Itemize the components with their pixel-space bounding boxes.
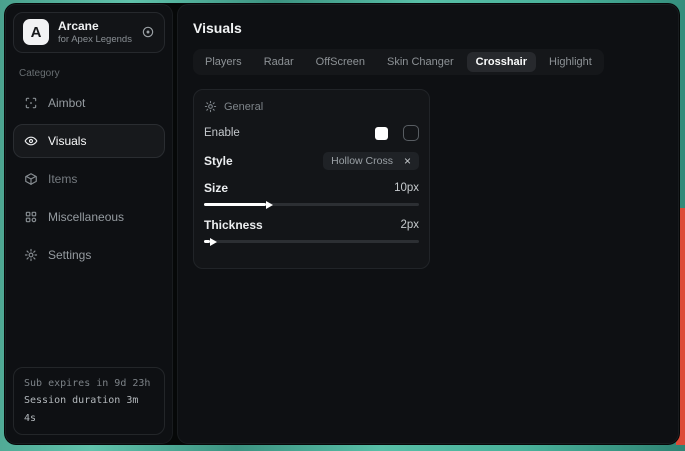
general-panel-header: General <box>204 100 419 113</box>
tab-skin-changer[interactable]: Skin Changer <box>378 52 463 72</box>
app-subtitle: for Apex Legends <box>58 34 132 46</box>
gear-icon <box>24 248 38 262</box>
main-content: Visuals Players Radar OffScreen Skin Cha… <box>177 4 679 444</box>
sidebar-item-label: Miscellaneous <box>48 210 124 224</box>
eye-icon <box>24 134 38 148</box>
thickness-slider[interactable] <box>204 240 419 243</box>
sidebar: A Arcane for Apex Legends Category <box>5 4 173 444</box>
thickness-row: Thickness 2px <box>204 218 419 232</box>
clear-icon[interactable]: × <box>404 155 411 167</box>
sidebar-item-miscellaneous[interactable]: Miscellaneous <box>13 200 165 234</box>
app-logo: A <box>23 19 49 45</box>
logo-card: A Arcane for Apex Legends <box>13 12 165 53</box>
general-panel-title: General <box>224 101 263 113</box>
page-title: Visuals <box>193 20 663 36</box>
sidebar-item-items[interactable]: Items <box>13 162 165 196</box>
thickness-slider-fill <box>204 240 210 243</box>
style-select[interactable]: Hollow Cross × <box>323 152 419 170</box>
thickness-label: Thickness <box>204 218 263 232</box>
crosshair-scan-icon <box>24 96 38 110</box>
app-window: A Arcane for Apex Legends Category <box>4 3 680 445</box>
subscription-card: Sub expires in 9d 23h Session duration 3… <box>13 367 165 436</box>
size-slider-thumb[interactable] <box>266 201 273 209</box>
target-icon[interactable] <box>141 25 155 39</box>
tab-crosshair[interactable]: Crosshair <box>467 52 536 72</box>
size-value: 10px <box>394 182 419 194</box>
sidebar-item-visuals[interactable]: Visuals <box>13 124 165 158</box>
tab-players[interactable]: Players <box>196 52 251 72</box>
sidebar-item-label: Visuals <box>48 134 86 148</box>
sidebar-nav: Aimbot Visuals Items <box>13 84 165 274</box>
app-name: Arcane <box>58 19 132 34</box>
sidebar-item-label: Settings <box>48 248 91 262</box>
enable-controls <box>375 125 419 141</box>
sub-expiry-text: Sub expires in 9d 23h <box>24 375 154 393</box>
size-slider[interactable] <box>204 203 419 206</box>
sidebar-item-label: Aimbot <box>48 96 85 110</box>
style-value: Hollow Cross <box>331 155 393 167</box>
box-icon <box>24 172 38 186</box>
tab-radar[interactable]: Radar <box>255 52 303 72</box>
general-settings-icon <box>204 100 217 113</box>
color-swatch[interactable] <box>375 127 388 140</box>
style-row: Style Hollow Cross × <box>204 152 419 170</box>
sidebar-item-settings[interactable]: Settings <box>13 238 165 272</box>
tab-bar: Players Radar OffScreen Skin Changer Cro… <box>193 49 604 75</box>
sidebar-item-aimbot[interactable]: Aimbot <box>13 86 165 120</box>
enable-row: Enable <box>204 125 419 141</box>
size-slider-fill <box>204 203 266 206</box>
enable-checkbox[interactable] <box>403 125 419 141</box>
category-label: Category <box>19 68 159 79</box>
thickness-slider-thumb[interactable] <box>210 238 217 246</box>
enable-label: Enable <box>204 127 240 139</box>
tab-offscreen[interactable]: OffScreen <box>307 52 374 72</box>
session-duration-text: Session duration 3m 4s <box>24 392 154 427</box>
desktop-background: { "app": { "logo_letter": "A", "name": "… <box>0 0 685 451</box>
app-title-block: Arcane for Apex Legends <box>58 19 132 46</box>
sidebar-item-label: Items <box>48 172 77 186</box>
grid-icon <box>24 210 38 224</box>
thickness-value: 2px <box>400 219 419 231</box>
size-row: Size 10px <box>204 181 419 195</box>
tab-highlight[interactable]: Highlight <box>540 52 601 72</box>
size-label: Size <box>204 181 228 195</box>
style-label: Style <box>204 154 233 168</box>
general-panel: General Enable Style Hollow Cross × Size… <box>193 89 430 269</box>
